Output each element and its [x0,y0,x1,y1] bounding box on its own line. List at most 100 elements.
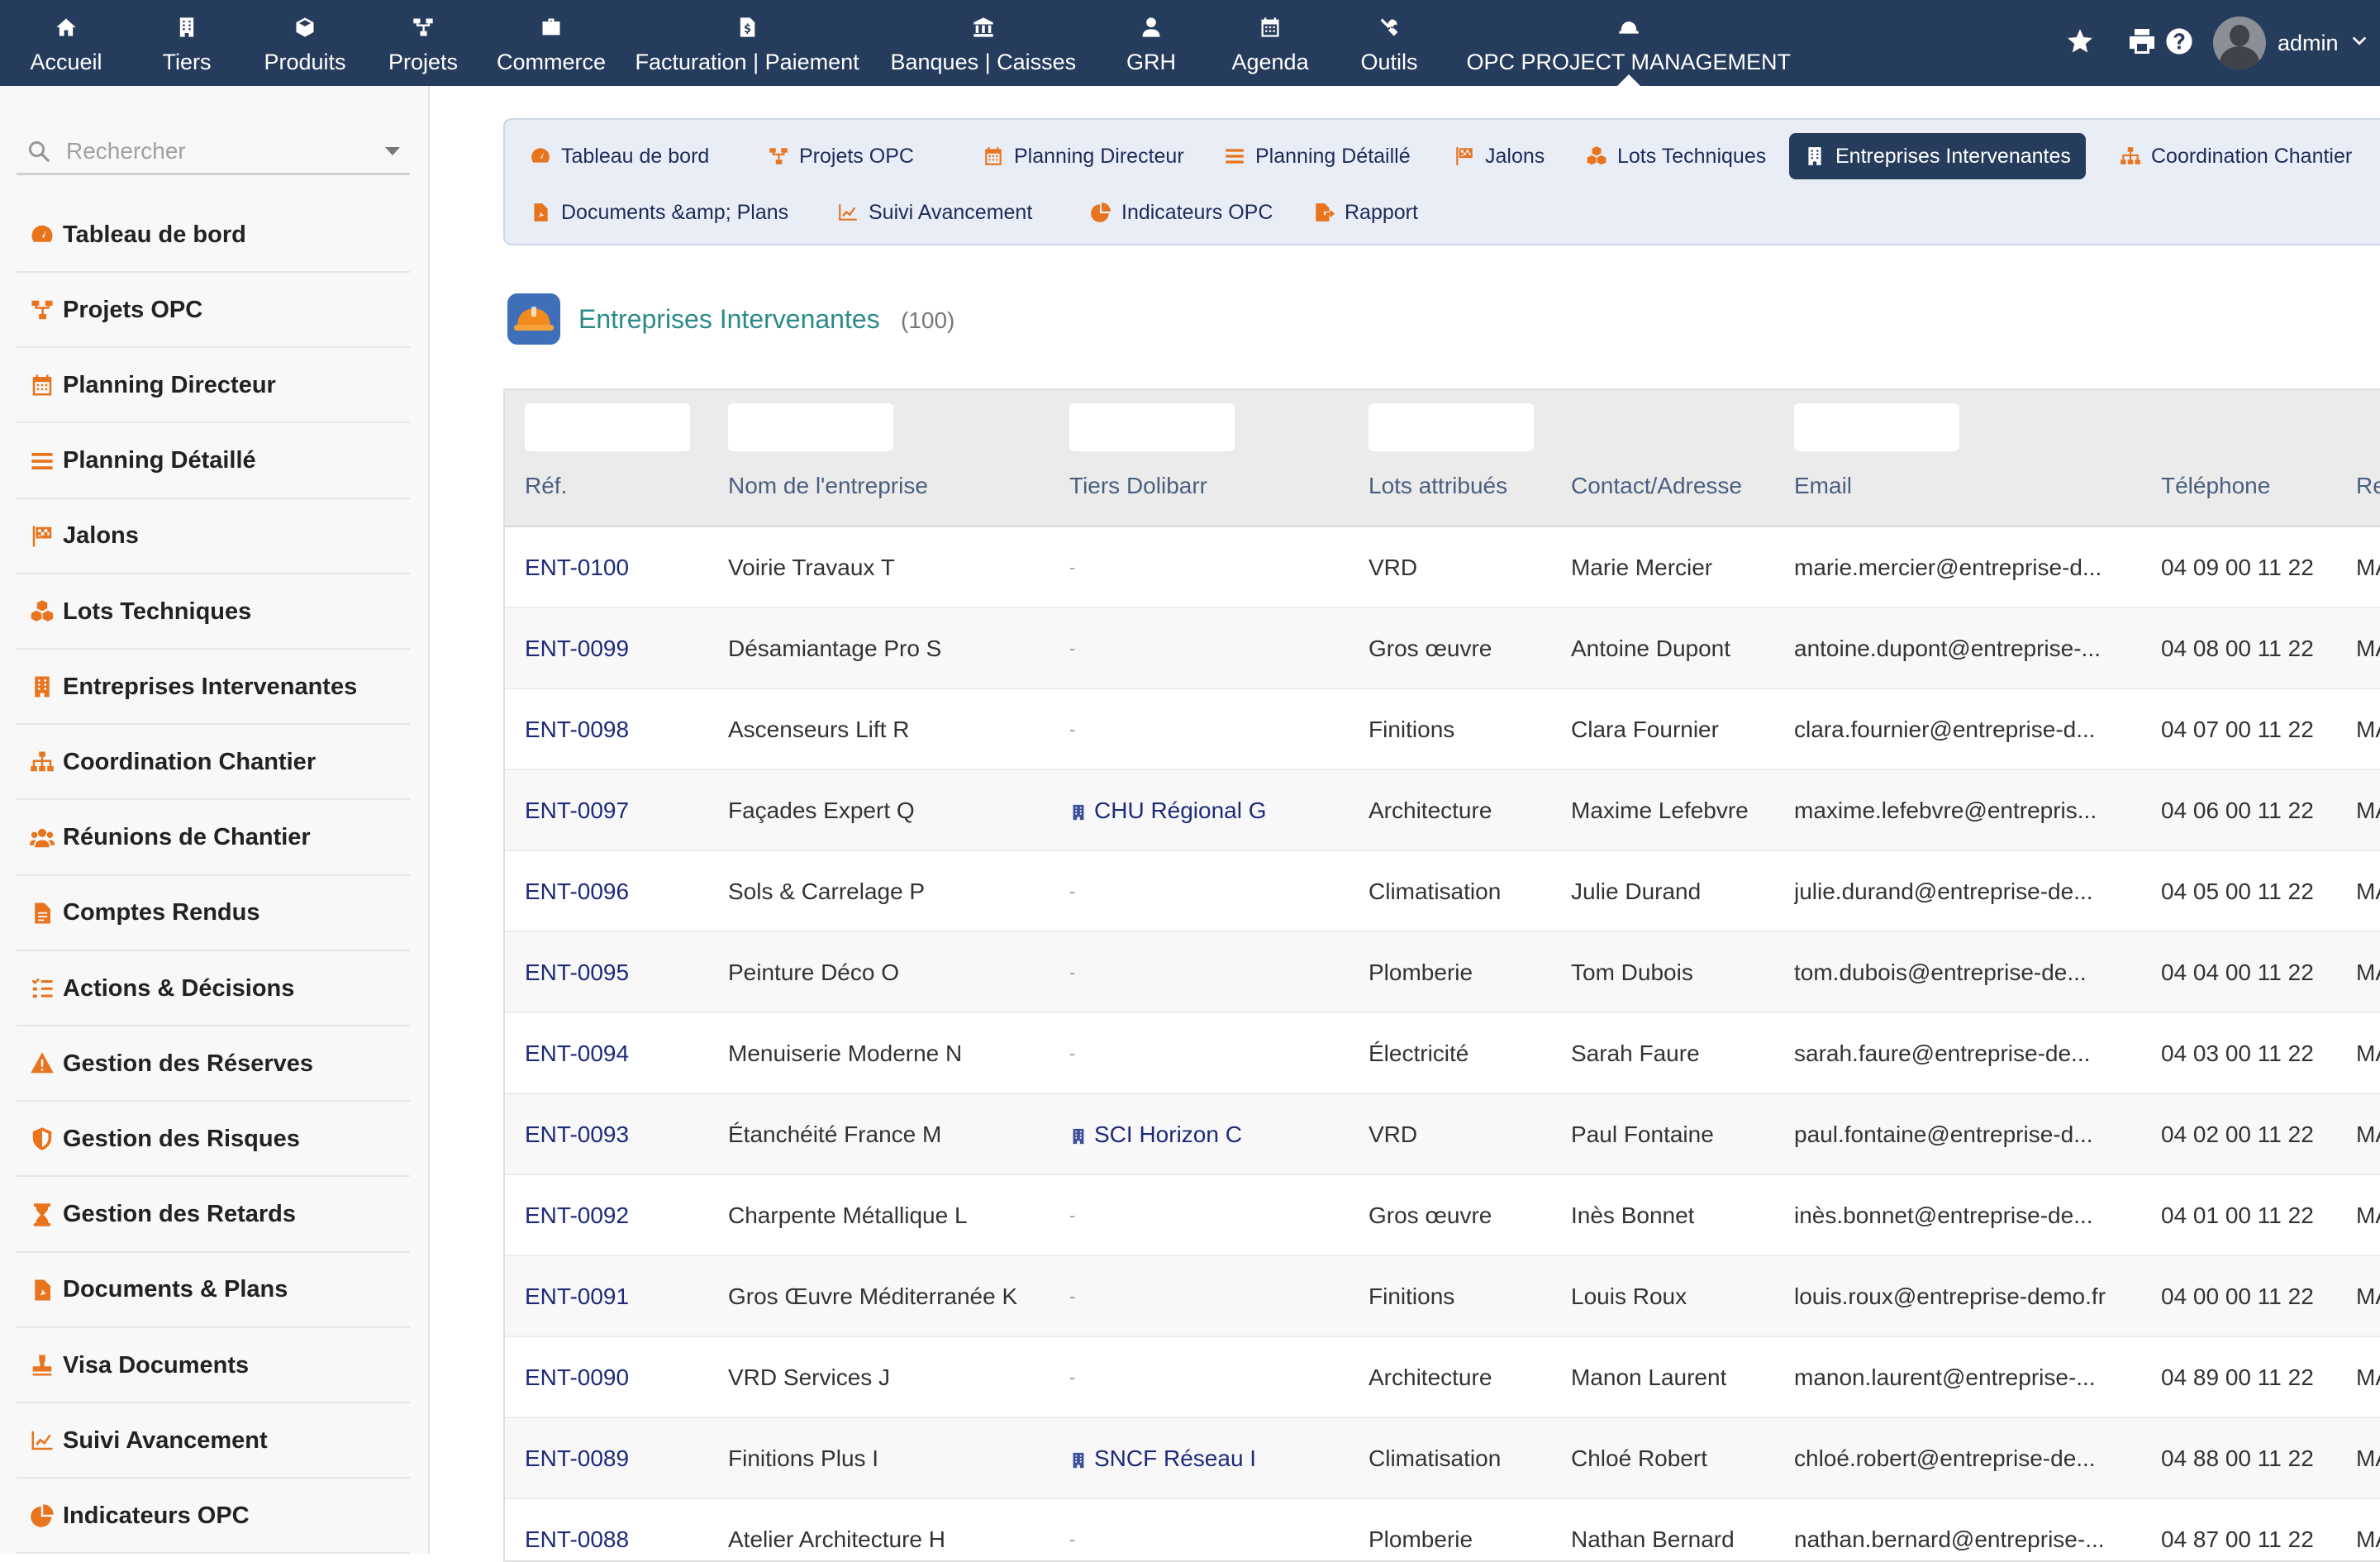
sidebar-item-comptes-rendus[interactable]: Comptes Rendus [17,877,410,951]
building-icon [1069,1445,1094,1471]
column-filter-input[interactable] [1069,403,1235,451]
sidebar-item-reunions-de-chantier[interactable]: Réunions de Chantier [17,802,410,876]
topnav-grh[interactable]: GRH [1126,0,1176,86]
sidebar-item-jalons[interactable]: Jalons [17,500,410,574]
ref-link[interactable]: ENT-0099 [525,608,629,689]
sidebar-item-planning-detaille[interactable]: Planning Détaillé [17,425,410,499]
column-header-tiers-dolibarr[interactable]: Tiers Dolibarr [1069,473,1207,499]
ref-link[interactable]: ENT-0096 [525,851,629,932]
ref-link[interactable]: ENT-0098 [525,689,629,770]
table-row[interactable]: ENT-0088 Atelier Architecture H - Plomberie… [505,1499,2380,1560]
chevron-down-icon[interactable] [385,146,400,155]
ref-link[interactable]: ENT-0100 [525,527,629,608]
column-header-email[interactable]: Email [1794,473,1852,499]
topnav-banques-caisses[interactable]: Banques | Caisses [891,0,1076,86]
ref-link[interactable]: ENT-0094 [525,1013,629,1094]
cell-name: Désamiantage Pro S [728,608,941,689]
tab-tableau-de-bord[interactable]: Tableau de bord [515,133,724,179]
column-header-ref[interactable]: Réf. [525,473,567,499]
topnav-produits[interactable]: Produits [264,0,346,86]
printer-icon[interactable] [2127,26,2157,60]
sidebar-item-suivi-avancement[interactable]: Suivi Avancement [17,1404,410,1479]
sidebar-item-tableau-de-bord[interactable]: Tableau de bord [17,198,410,273]
tab-planning-detaille[interactable]: Planning Détaillé [1209,133,1426,179]
column-filter-input[interactable] [525,403,690,451]
topnav-facturation-paiement[interactable]: Facturation | Paiement [635,0,859,86]
tab-rapport[interactable]: Rapport [1298,189,1433,236]
tab-planning-directeur[interactable]: Planning Directeur [968,133,1199,179]
ref-link[interactable]: ENT-0095 [525,932,629,1013]
ref-link[interactable]: ENT-0088 [525,1499,629,1560]
table-row[interactable]: ENT-0089 Finitions Plus I SNCF Réseau I Cli… [505,1418,2380,1499]
sidebar-item-actions-decisions[interactable]: Actions & Décisions [17,952,410,1026]
sidebar-item-planning-directeur[interactable]: Planning Directeur [17,349,410,424]
ref-link[interactable]: ENT-0093 [525,1094,629,1175]
table-row[interactable]: ENT-0095 Peinture Déco O - Plomberie Tom Dub… [505,932,2380,1013]
tab-coordination-chantier[interactable]: Coordination Chantier [2105,133,2367,179]
table-row[interactable]: ENT-0098 Ascenseurs Lift R - Finitions Clara… [505,689,2380,770]
table-row[interactable]: ENT-0091 Gros Œuvre Méditerranée K - Finiti… [505,1256,2380,1337]
tiers-link[interactable]: SNCF Réseau I [1069,1418,1256,1499]
table-row[interactable]: ENT-0092 Charpente Métallique L - Gros œuvr… [505,1175,2380,1256]
tiers-link[interactable]: SCI Horizon C [1069,1094,1242,1175]
column-filter-input[interactable] [1794,403,1959,451]
table-row[interactable]: ENT-0096 Sols & Carrelage P - Climatisation… [505,851,2380,932]
tab-jalons[interactable]: Jalons [1439,133,1559,179]
table-row[interactable]: ENT-0094 Menuiserie Moderne N - Électricité… [505,1013,2380,1094]
cell-name: VRD Services J [728,1337,890,1418]
tab-suivi-avancement[interactable]: Suivi Avancement [822,189,1047,236]
sidebar-item-coordination-chantier[interactable]: Coordination Chantier [17,726,410,801]
tab-indicateurs-opc[interactable]: Indicateurs OPC [1075,189,1288,236]
table-row[interactable]: ENT-0090 VRD Services J - Architecture Manon… [505,1337,2380,1418]
user-name[interactable]: admin [2278,31,2339,56]
table-row[interactable]: ENT-0097 Façades Expert Q CHU Régional G Ar… [505,770,2380,851]
cell-text: - [1069,719,1076,740]
topnav-accueil[interactable]: Accueil [31,0,102,86]
tab-entreprises-intervenantes[interactable]: Entreprises Intervenantes [1789,133,2086,179]
column-header-re[interactable]: Re [2356,473,2380,499]
topnav-projets[interactable]: Projets [388,0,458,86]
sidebar-item-lots-techniques[interactable]: Lots Techniques [17,575,410,650]
ref-link[interactable]: ENT-0097 [525,770,629,851]
table-row[interactable]: ENT-0100 Voirie Travaux T - VRD Marie Mercie… [505,527,2380,608]
tab-projets-opc[interactable]: Projets OPC [753,133,929,179]
sidebar-item-gestion-des-risques[interactable]: Gestion des Risques [17,1102,410,1178]
tiers-link[interactable]: CHU Régional G [1069,770,1267,851]
cell-lots: VRD [1368,1094,1417,1175]
ref-link[interactable]: ENT-0089 [525,1418,629,1499]
star-icon[interactable] [2066,27,2094,60]
topnav-tiers[interactable]: Tiers [163,0,212,86]
topnav-agenda[interactable]: Agenda [1232,0,1309,86]
sidebar-item-label: Coordination Chantier [63,748,317,775]
sidebar-item-gestion-des-retards[interactable]: Gestion des Retards [17,1179,410,1253]
topnav-opc-project-management[interactable]: OPC PROJECT MANAGEMENT [1467,0,1791,86]
topnav-commerce[interactable]: Commerce [497,0,606,86]
chevron-down-icon[interactable] [2350,32,2368,55]
sidebar-item-projets-opc[interactable]: Projets OPC [17,274,410,349]
avatar[interactable] [2213,17,2266,69]
ref-link[interactable]: ENT-0091 [525,1256,629,1337]
ref-link[interactable]: ENT-0090 [525,1337,629,1418]
help-icon[interactable] [2165,27,2193,60]
column-filter-input[interactable] [728,403,893,451]
table-row[interactable]: ENT-0099 Désamiantage Pro S - Gros œuvre Ant… [505,608,2380,689]
table-row[interactable]: ENT-0093 Étanchéité France M SCI Horizon C… [505,1094,2380,1175]
tab-documents-and-plans[interactable]: Documents &amp; Plans [515,189,803,236]
sidebar-item-visa-documents[interactable]: Visa Documents [17,1329,410,1403]
column-header-telephone[interactable]: Téléphone [2161,473,2270,499]
column-header-nom-de-l-entreprise[interactable]: Nom de l'entreprise [728,473,928,499]
search-placeholder: Rechercher [66,137,186,164]
sidebar-item-gestion-des-reserves[interactable]: Gestion des Réserves [17,1027,410,1102]
sidebar-item-indicateurs-opc[interactable]: Indicateurs OPC [17,1479,410,1555]
sidebar-item-entreprises-intervenantes[interactable]: Entreprises Intervenantes [17,650,410,726]
cell-lots: Climatisation [1368,1418,1501,1499]
sidebar-search[interactable]: Rechercher [17,129,410,175]
column-filter-input[interactable] [1368,403,1534,451]
sidebar-item-documents-plans[interactable]: Documents & Plans [17,1254,410,1328]
topnav-outils[interactable]: Outils [1361,0,1418,86]
cell-extra: MA [2356,1094,2380,1175]
column-header-contact-adresse[interactable]: Contact/Adresse [1571,473,1742,499]
ref-link[interactable]: ENT-0092 [525,1175,629,1256]
column-header-lots-attribues[interactable]: Lots attribués [1368,473,1507,499]
tab-lots-techniques[interactable]: Lots Techniques [1571,133,1781,179]
